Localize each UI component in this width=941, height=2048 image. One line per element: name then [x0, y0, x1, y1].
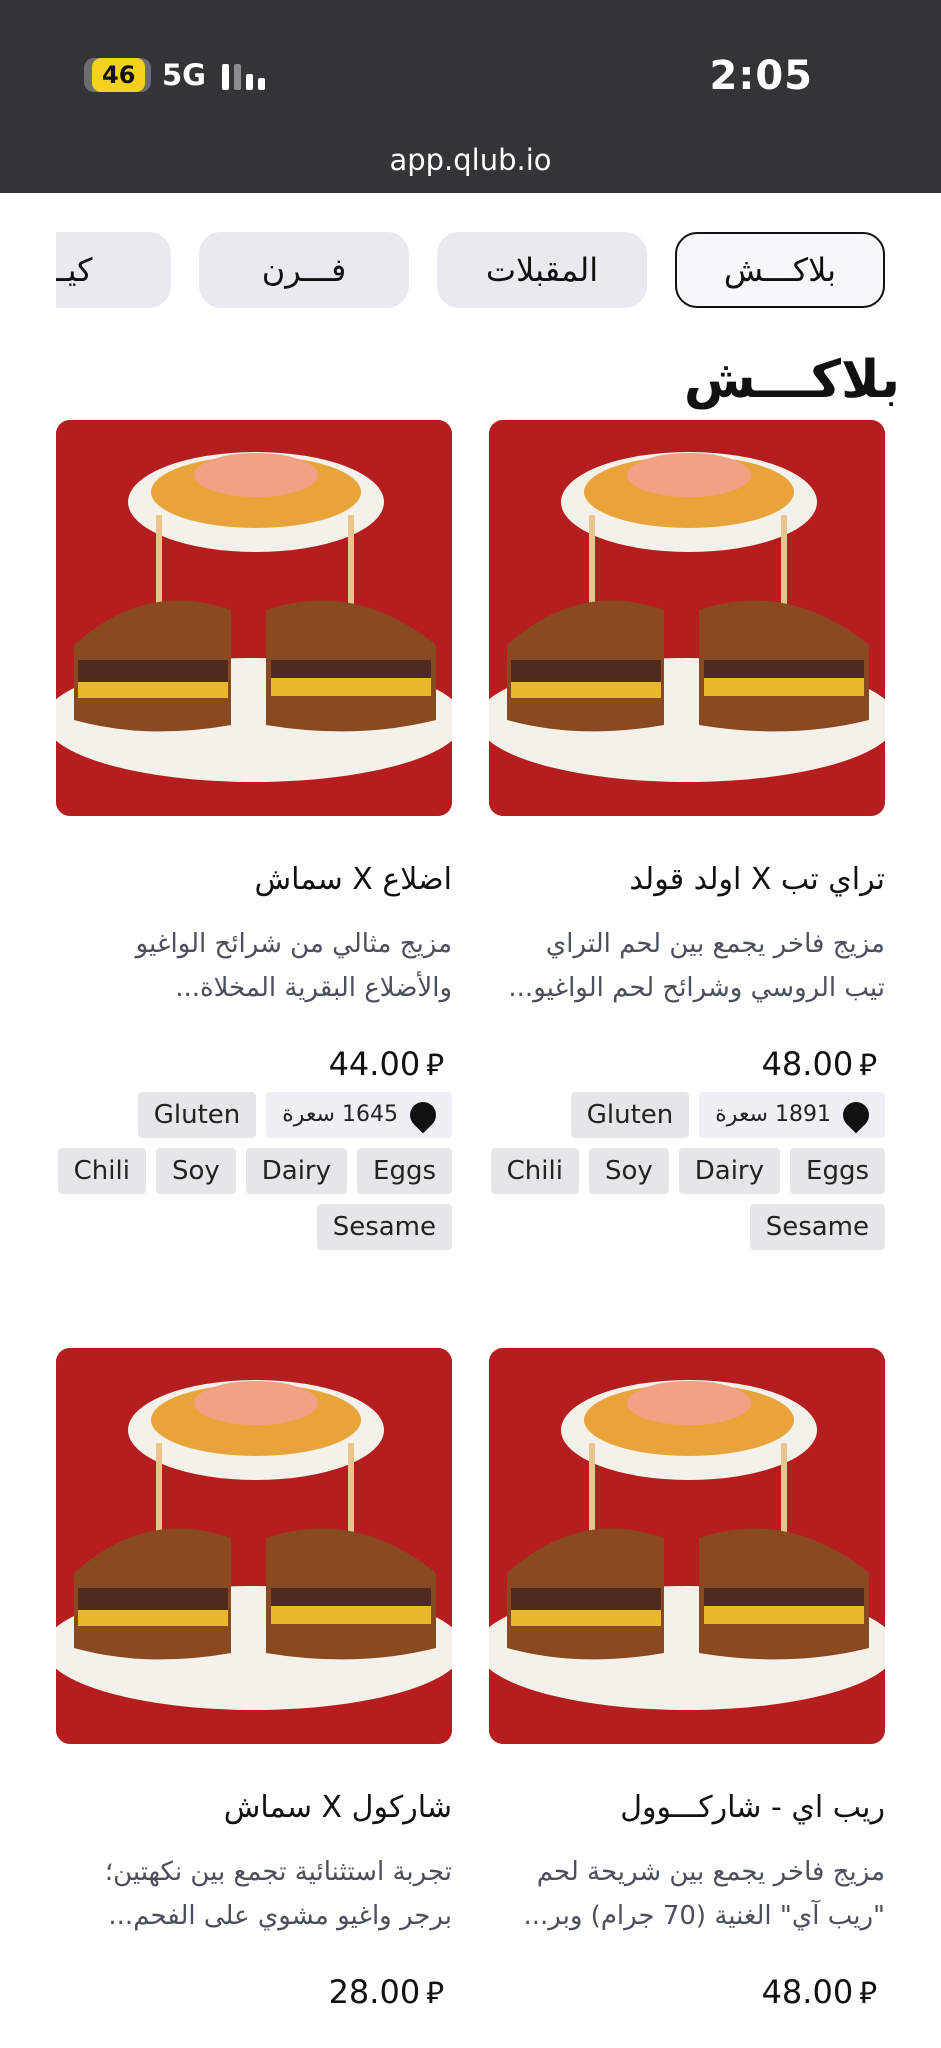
item-price: 44.00 ⃁	[328, 1045, 444, 1083]
allergen-tag: Dairy	[245, 1148, 348, 1194]
battery-level: 46	[92, 58, 146, 92]
item-photo[interactable]	[56, 1348, 452, 1744]
flame-icon	[404, 1096, 442, 1134]
tab-blaksh[interactable]: بلاكـــش	[675, 232, 885, 308]
allergen-tag: Gluten	[570, 1092, 690, 1138]
allergen-tags: 1645 سعرة Gluten Eggs Dairy Soy Chili Se…	[56, 1092, 452, 1250]
allergen-tag: Chili	[57, 1148, 146, 1194]
item-photo[interactable]	[489, 420, 885, 816]
item-name: تراي تب X اولد قولد	[629, 862, 885, 897]
allergen-tag: Soy	[588, 1148, 669, 1194]
allergen-tags: 1891 سعرة Gluten Eggs Dairy Soy Chili Se…	[489, 1092, 885, 1250]
signal-icon	[222, 62, 265, 90]
calories-badge: 1645 سعرة	[266, 1092, 452, 1138]
item-name: شاركول X سماش	[223, 1790, 452, 1825]
item-price: 48.00 ⃁	[761, 1045, 877, 1083]
item-price: 28.00 ⃁	[328, 1973, 444, 2011]
item-description: مزيج فاخر يجمع بين لحم التراي تيب الروسي …	[508, 929, 885, 1003]
item-photo[interactable]	[489, 1348, 885, 1744]
item-price: 48.00 ⃁	[761, 1973, 877, 2011]
allergen-tag: Sesame	[316, 1204, 452, 1250]
status-bar: 46 5G 2:05	[0, 52, 941, 104]
tab-appetizers[interactable]: المقبلات	[437, 232, 647, 308]
item-name: اضلاع X سماش	[254, 862, 453, 897]
category-tabs: بلاكـــش المقبلات فـــرن كيـــ	[56, 232, 885, 308]
allergen-tag: Eggs	[357, 1148, 452, 1194]
item-description: مزيج فاخر يجمع بين شريحة لحم "ريب آي" الغ…	[523, 1857, 885, 1931]
item-description: مزيج مثالي من شرائح الواغيو والأضلاع البق…	[135, 929, 452, 1003]
section-title: بلاكـــش	[683, 350, 900, 410]
item-photo[interactable]	[56, 420, 452, 816]
allergen-tag: Eggs	[790, 1148, 885, 1194]
riyal-icon: ⃁	[859, 1048, 877, 1083]
allergen-tag: Chili	[490, 1148, 579, 1194]
riyal-icon: ⃁	[859, 1976, 877, 2011]
allergen-tag: Sesame	[749, 1204, 885, 1250]
tab-next-category[interactable]: كيـــ	[56, 232, 171, 308]
battery-indicator: 46	[84, 58, 152, 92]
allergen-tag: Soy	[155, 1148, 236, 1194]
calories-badge: 1891 سعرة	[699, 1092, 885, 1138]
browser-top-bar: 46 5G 2:05 app.qlub.io	[0, 0, 941, 193]
address-bar-url[interactable]: app.qlub.io	[0, 140, 941, 180]
item-name: ريب اي - شاركـــوول	[620, 1790, 885, 1825]
item-description: تجربة استثنائية تجمع بين نكهتين؛ برجر واغ…	[104, 1857, 452, 1931]
flame-icon	[837, 1096, 875, 1134]
tab-oven[interactable]: فـــرن	[199, 232, 409, 308]
network-label: 5G	[162, 58, 206, 92]
status-time: 2:05	[709, 53, 813, 99]
allergen-tag: Dairy	[678, 1148, 781, 1194]
riyal-icon: ⃁	[426, 1976, 444, 2011]
riyal-icon: ⃁	[426, 1048, 444, 1083]
allergen-tag: Gluten	[137, 1092, 257, 1138]
